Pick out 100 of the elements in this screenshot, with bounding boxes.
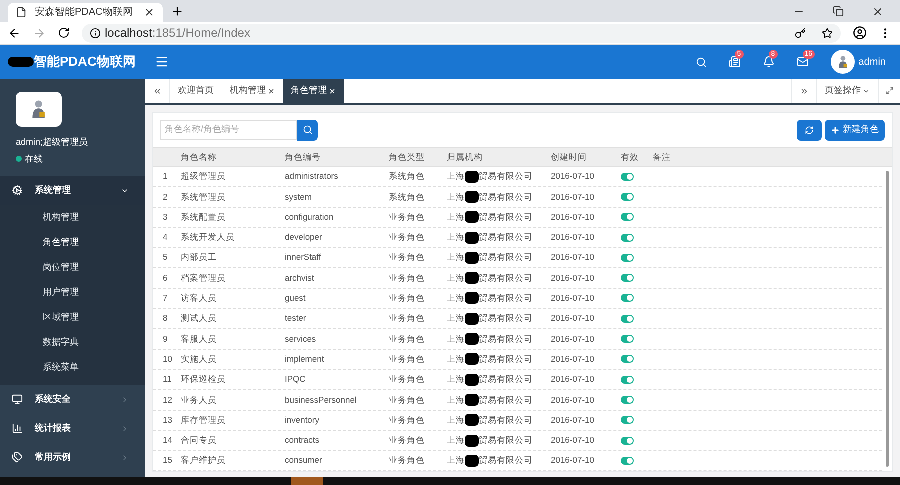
search-icon[interactable] [696,56,707,68]
row-number: 1 [162,170,169,184]
submenu-item[interactable]: 机构管理 [0,205,145,230]
table-cell-text: 业务角色 [389,414,426,427]
monitor-icon [12,394,23,405]
redaction-mark [465,414,479,426]
page-tab[interactable]: 欢迎首页 [170,79,222,103]
column-header: 归属机构 [447,150,484,164]
table-cell-text: 2016-07-10 [551,434,596,447]
table-cell-text: developer [285,231,324,244]
browser-tab[interactable]: 安森智能PDAC物联网 [8,3,163,22]
table-cell-text: 2016-07-10 [551,292,596,305]
table-cell: 上海 [447,231,465,244]
row-number: 4 [162,231,169,244]
toggle-switch[interactable] [621,294,634,302]
table-cell: 贸易有限公司 [479,332,533,346]
redaction-mark [465,312,479,325]
submenu-item[interactable]: 区域管理 [0,305,145,330]
toggle-switch[interactable] [621,436,634,444]
table-cell-text: 业务角色 [389,251,426,264]
info-icon [90,28,101,38]
toggle-switch[interactable] [621,234,634,242]
new-tab-icon[interactable] [171,5,184,18]
tab-actions-button[interactable]: 页签操作 [816,79,878,103]
fullscreen-icon[interactable] [886,87,894,95]
close-icon[interactable] [144,7,155,18]
table-cell-text: archvist [285,272,316,284]
table-cell-text: businessPersonnel [285,394,358,406]
table-cell-text: 库存管理员 [181,414,227,427]
sidebar-item[interactable]: 常用示例 [0,443,145,472]
page-tab[interactable]: 机构管理 [222,79,283,103]
table-cell-text: 业务角色 [389,272,426,284]
submenu-item[interactable]: 角色管理 [0,230,145,255]
search-button[interactable] [297,120,318,140]
table-cell-text: guest [285,292,307,305]
scroll-right-icon[interactable] [800,86,808,96]
table-cell: 上海 [447,292,465,305]
submenu-item[interactable]: 用户管理 [0,280,145,305]
table-cell-text: 系统角色 [389,190,426,204]
page-icon [16,7,27,18]
sidebar-item[interactable]: 统计报表 [0,414,145,443]
table-cell-text: 系统角色 [389,170,426,184]
row-number: 14 [162,434,174,447]
toggle-switch[interactable] [621,456,634,465]
table-cell-text: 业务角色 [389,434,426,447]
tags-icon [12,452,23,463]
scrollbar[interactable] [886,171,888,467]
table-cell-text: consumer [285,454,324,468]
table-cell: 贸易有限公司 [479,190,533,204]
submenu-item[interactable]: 系统菜单 [0,355,145,380]
table-cell: 上海 [447,312,465,326]
close-icon[interactable] [268,88,275,94]
restore-icon[interactable] [833,6,844,17]
table-cell-text: 内部员工 [181,251,218,264]
profile-icon[interactable] [853,26,867,40]
search-icon [302,125,312,135]
news-icon[interactable] [728,56,741,68]
scroll-left-icon[interactable] [152,86,162,96]
table-cell: 贸易有限公司 [479,231,533,244]
row-number: 2 [162,190,169,204]
table-cell-text: services [285,332,318,346]
toggle-switch[interactable] [621,172,634,181]
table-cell-text: 系统配置员 [181,210,227,224]
table-cell-text: administrators [285,170,340,184]
key-icon[interactable] [795,28,806,38]
reload-icon[interactable] [58,27,70,39]
sidebar-item[interactable]: 系统安全 [0,385,145,414]
table-cell: 贸易有限公司 [479,454,533,468]
user-name[interactable]: admin [858,54,886,70]
toggle-switch[interactable] [621,274,634,282]
table-cell-text: 2016-07-10 [551,231,596,244]
submenu-item[interactable]: 数据字典 [0,330,145,355]
table-cell-text: configuration [285,210,335,224]
table-cell: 上海 [447,414,465,427]
refresh-button[interactable] [797,120,822,140]
toggle-switch[interactable] [621,416,634,424]
row-number: 6 [162,272,169,284]
new-role-button[interactable]: 新建角色 [825,120,885,140]
toggle-switch[interactable] [621,213,634,222]
toggle-switch[interactable] [621,376,634,384]
column-header: 有效 [621,150,640,164]
toggle-switch[interactable] [621,192,634,201]
table-cell-text: innerStaff [285,251,322,264]
toggle-switch[interactable] [621,254,634,262]
toggle-switch[interactable] [621,335,634,344]
table-cell: 贸易有限公司 [479,170,533,184]
back-icon[interactable] [8,26,21,40]
toggle-switch[interactable] [621,355,634,364]
submenu-item[interactable]: 岗位管理 [0,255,145,280]
table-cell-text: 2016-07-10 [551,414,596,427]
toggle-switch[interactable] [621,314,634,323]
toggle-switch[interactable] [621,396,634,404]
mail-icon[interactable] [796,56,809,68]
close-icon[interactable] [872,6,884,18]
bell-icon[interactable] [762,56,775,68]
star-icon[interactable] [822,28,833,38]
page-tab[interactable]: 角色管理 [283,79,344,103]
redaction-mark [465,170,479,183]
address-field[interactable]: localhost:1851/Home/Index [82,24,841,42]
avatar [16,92,62,127]
